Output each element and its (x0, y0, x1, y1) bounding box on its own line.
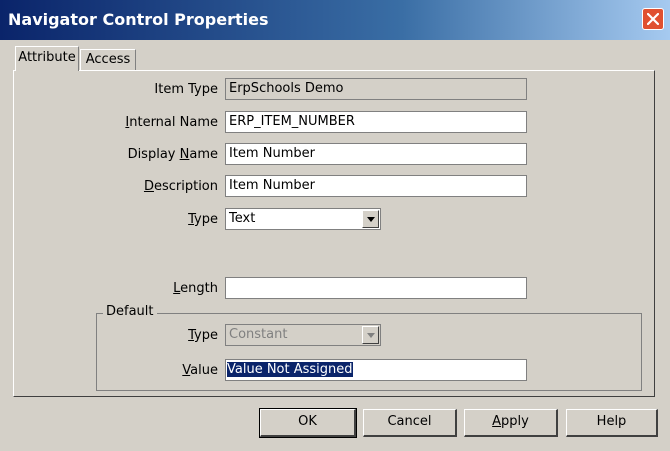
close-icon (647, 13, 659, 25)
apply-button-key: A (492, 414, 502, 429)
ok-button[interactable]: OK (259, 408, 357, 438)
tab-access[interactable]: Access (80, 49, 136, 71)
attribute-panel (13, 70, 655, 397)
cancel-button[interactable]: Cancel (363, 409, 457, 437)
tab-attribute[interactable]: Attribute (15, 46, 79, 71)
apply-button-rest: pply (501, 414, 529, 429)
help-button[interactable]: Help (566, 409, 658, 437)
close-button[interactable] (642, 8, 664, 30)
apply-button[interactable]: Apply (464, 409, 558, 437)
window-title: Navigator Control Properties (8, 10, 269, 29)
title-bar: Navigator Control Properties (0, 0, 670, 40)
